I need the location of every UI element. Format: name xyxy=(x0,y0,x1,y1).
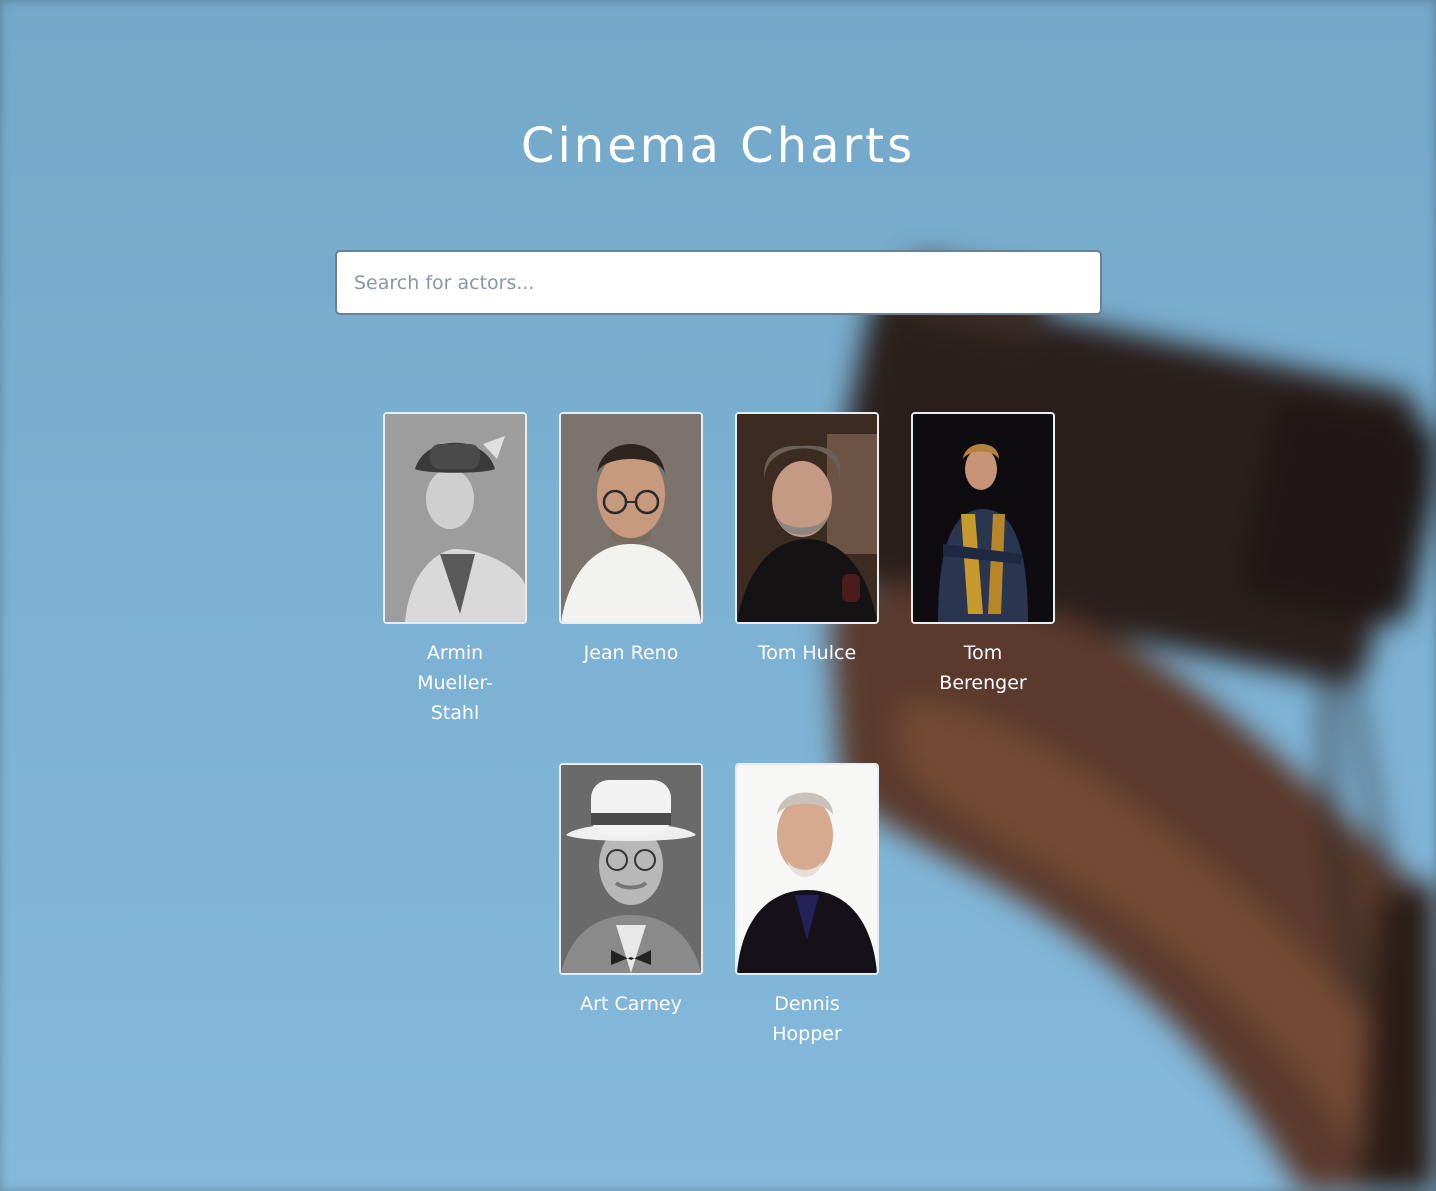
actor-photo[interactable] xyxy=(559,763,703,975)
actor-card-tom-hulce[interactable]: Tom Hulce xyxy=(719,412,895,668)
actor-photo[interactable] xyxy=(735,412,879,624)
actor-card-armin-mueller-stahl[interactable]: Armin Mueller-Stahl xyxy=(367,412,543,728)
actor-name: Tom Hulce xyxy=(757,642,857,664)
actor-photo[interactable] xyxy=(559,412,703,624)
actor-search-input[interactable] xyxy=(335,250,1102,315)
actor-card-jean-reno[interactable]: Jean Reno xyxy=(543,412,719,668)
actor-photo[interactable] xyxy=(911,412,1055,624)
actor-card-tom-berenger[interactable]: Tom Berenger xyxy=(895,412,1071,698)
actor-photo[interactable] xyxy=(383,412,527,624)
actor-card-art-carney[interactable]: Art Carney xyxy=(543,763,719,1019)
actor-photo[interactable] xyxy=(735,763,879,975)
actor-name: Art Carney xyxy=(580,993,682,1015)
actor-name: Armin Mueller-Stahl xyxy=(417,642,493,724)
actor-card-dennis-hopper[interactable]: Dennis Hopper xyxy=(719,763,895,1049)
actor-name: Tom Berenger xyxy=(939,642,1027,694)
actor-name: Dennis Hopper xyxy=(772,993,842,1045)
actor-name: Jean Reno xyxy=(583,642,679,664)
page-title: Cinema Charts xyxy=(520,118,916,174)
